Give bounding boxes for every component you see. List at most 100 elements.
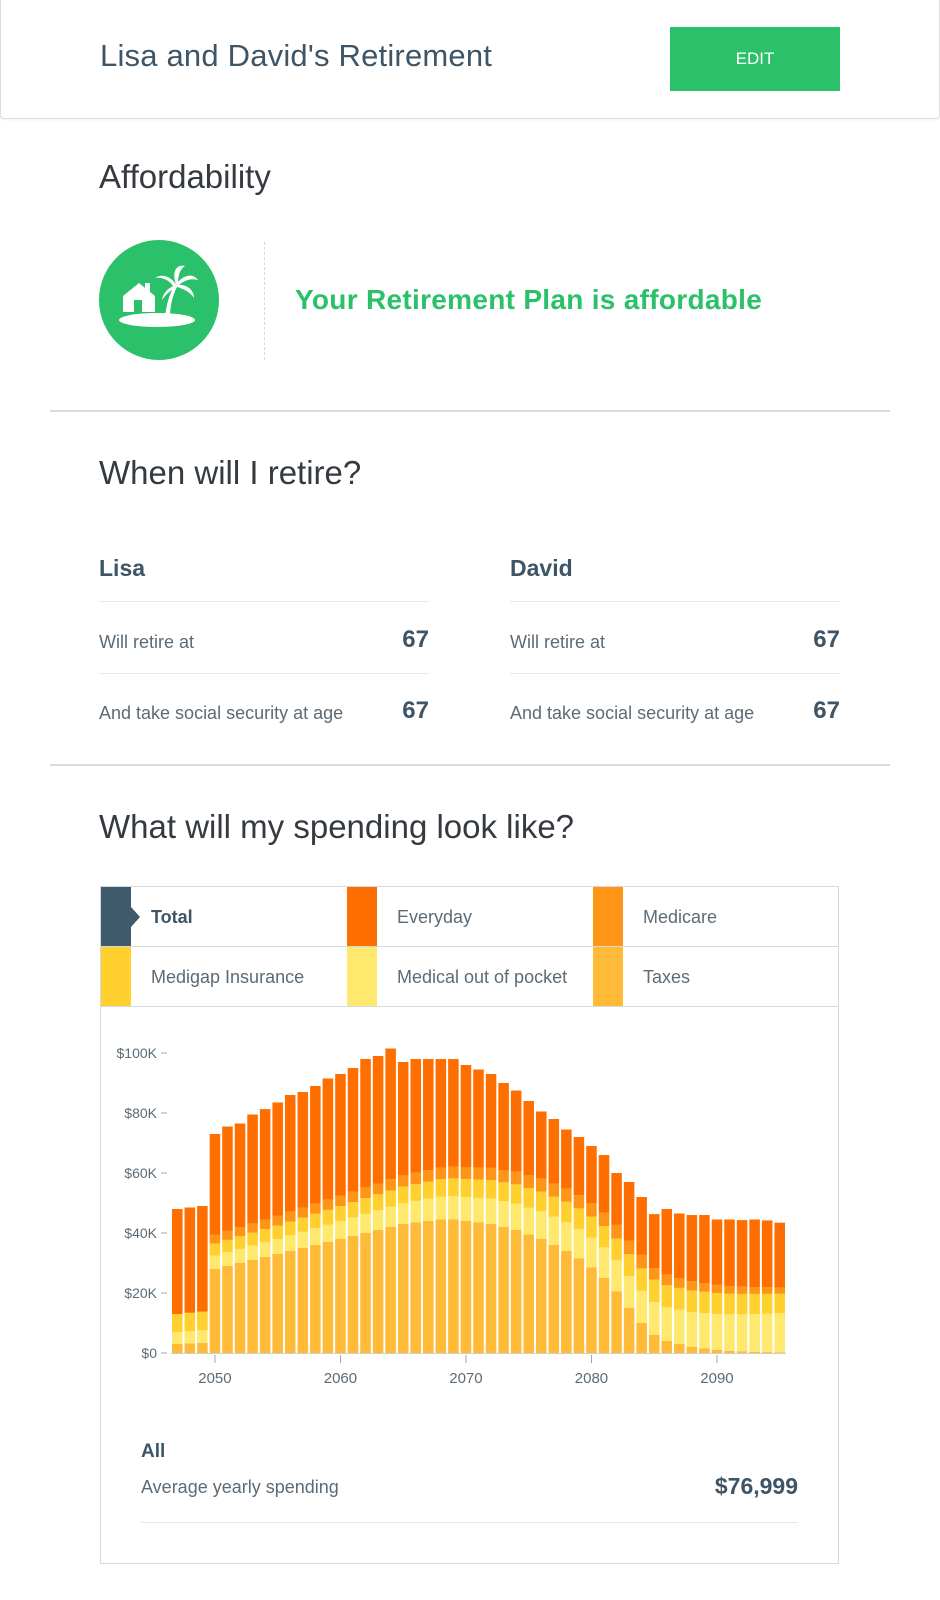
bar-segment-everyday xyxy=(322,1078,334,1200)
bar-segment-taxes xyxy=(335,1239,346,1353)
page-title: Lisa and David's Retirement xyxy=(100,38,493,73)
bar-segment-taxes xyxy=(548,1245,560,1353)
bar-segment-taxes xyxy=(234,1263,246,1353)
bar-segment-medicare xyxy=(661,1274,673,1286)
bar-segment-taxes xyxy=(197,1342,208,1353)
bar-segment-medicare xyxy=(347,1191,359,1203)
bar-segment-medigap-insurance xyxy=(460,1179,472,1197)
bar-segment-medigap-insurance xyxy=(611,1238,622,1261)
bar-segment-medical-out-of-pocket xyxy=(297,1231,309,1248)
bar-segment-medicare xyxy=(598,1212,610,1227)
bar-segment-medigap-insurance xyxy=(423,1181,434,1199)
bar-segment-medigap-insurance xyxy=(561,1201,572,1223)
affordability-heading: Affordability xyxy=(99,158,271,195)
y-tick-label: $60K xyxy=(124,1165,157,1181)
bar-segment-everyday xyxy=(749,1219,760,1287)
bar-segment-medical-out-of-pocket xyxy=(335,1221,346,1239)
bar-segment-medigap-insurance xyxy=(209,1243,221,1256)
person-card-david: David Will retire at 67 And take social … xyxy=(510,555,840,725)
bar-segment-medigap-insurance xyxy=(259,1229,271,1243)
bar-segment-everyday xyxy=(272,1102,283,1216)
bar-segment-taxes xyxy=(184,1343,196,1353)
person-card-lisa: Lisa Will retire at 67 And take social s… xyxy=(99,555,429,725)
bar-segment-medigap-insurance xyxy=(749,1293,760,1314)
bar-segment-taxes xyxy=(473,1222,484,1353)
y-tick-label: $0 xyxy=(141,1345,157,1361)
bar-segment-medicare xyxy=(774,1287,785,1294)
bar-segment-medigap-insurance xyxy=(272,1225,283,1239)
bar-segment-everyday xyxy=(347,1068,359,1192)
bar-segment-medicare xyxy=(674,1278,685,1288)
bar-segment-medical-out-of-pocket xyxy=(623,1276,635,1308)
bar-segment-medical-out-of-pocket xyxy=(674,1309,685,1344)
bar-segment-medigap-insurance xyxy=(222,1239,233,1253)
edit-button[interactable]: EDIT xyxy=(670,27,840,91)
bar-segment-medicare xyxy=(636,1254,647,1269)
bar-segment-medicare xyxy=(699,1283,710,1292)
x-tick-label: 2090 xyxy=(700,1370,733,1387)
bar-segment-medical-out-of-pocket xyxy=(761,1313,773,1353)
bar-segment-medigap-insurance xyxy=(686,1290,698,1313)
bar-segment-medigap-insurance xyxy=(736,1293,748,1315)
bar-segment-everyday xyxy=(686,1215,698,1282)
bar-segment-medicare xyxy=(623,1240,635,1255)
bar-segment-medigap-insurance xyxy=(410,1184,422,1201)
bar-segment-taxes xyxy=(761,1352,773,1353)
y-tick-label: $20K xyxy=(124,1285,157,1301)
bar-segment-medicare xyxy=(498,1170,509,1183)
bar-segment-taxes xyxy=(573,1258,585,1353)
summary-title: All xyxy=(141,1441,166,1462)
bar-segment-medicare xyxy=(548,1183,560,1197)
spending-heading: What will my spending look like? xyxy=(99,808,575,845)
bar-segment-medicare xyxy=(448,1166,459,1179)
page-header: Lisa and David's Retirement EDIT xyxy=(0,0,940,119)
bar-segment-everyday xyxy=(172,1209,183,1314)
bar-segment-medical-out-of-pocket xyxy=(372,1210,384,1230)
bar-segment-taxes xyxy=(397,1224,409,1353)
bar-segment-taxes xyxy=(297,1248,309,1353)
bar-segment-everyday xyxy=(548,1119,560,1184)
bar-segment-medigap-insurance xyxy=(674,1287,685,1310)
bar-segment-everyday xyxy=(535,1111,547,1179)
bar-segment-taxes xyxy=(410,1222,422,1353)
bar-segment-taxes xyxy=(611,1291,622,1353)
bar-segment-medicare xyxy=(586,1203,597,1217)
bar-segment-taxes xyxy=(247,1260,258,1353)
affordability-status-icon xyxy=(99,240,219,360)
bar-segment-medicare xyxy=(209,1234,221,1244)
bar-segment-taxes xyxy=(749,1351,760,1353)
bar-segment-medigap-insurance xyxy=(761,1293,773,1314)
bar-segment-medicare xyxy=(372,1183,384,1195)
bar-segment-everyday xyxy=(234,1123,246,1227)
bar-segment-taxes xyxy=(661,1341,673,1353)
bar-segment-everyday xyxy=(435,1059,447,1168)
bar-segment-medical-out-of-pocket xyxy=(510,1203,522,1230)
bar-segment-medicare xyxy=(322,1199,334,1210)
bar-segment-medical-out-of-pocket xyxy=(410,1200,422,1223)
bar-segment-taxes xyxy=(510,1230,522,1353)
bar-segment-medigap-insurance xyxy=(498,1182,509,1202)
bar-segment-medigap-insurance xyxy=(360,1198,371,1214)
retire-heading: When will I retire? xyxy=(99,454,362,491)
bar-segment-everyday xyxy=(586,1146,597,1203)
bar-segment-medical-out-of-pocket xyxy=(259,1242,271,1257)
bar-segment-medical-out-of-pocket xyxy=(347,1217,359,1236)
bar-segment-everyday xyxy=(184,1207,196,1313)
bar-segment-medigap-insurance xyxy=(473,1179,484,1198)
bar-segment-medical-out-of-pocket xyxy=(711,1314,723,1350)
bar-segment-medicare xyxy=(711,1284,723,1293)
bar-segment-taxes xyxy=(648,1335,660,1353)
bar-segment-medicare xyxy=(435,1167,447,1180)
row-divider xyxy=(510,673,840,674)
bar-segment-taxes xyxy=(598,1278,610,1353)
bar-segment-medigap-insurance xyxy=(347,1202,359,1218)
bar-segment-everyday xyxy=(335,1074,346,1196)
bar-segment-medical-out-of-pocket xyxy=(573,1229,585,1259)
bar-segment-medigap-insurance xyxy=(636,1268,647,1291)
bar-segment-taxes xyxy=(372,1230,384,1353)
bar-segment-medigap-insurance xyxy=(247,1232,258,1246)
bar-segment-medigap-insurance xyxy=(448,1178,459,1197)
bar-segment-taxes xyxy=(259,1257,271,1353)
bar-segment-everyday xyxy=(623,1182,635,1241)
bar-segment-everyday xyxy=(473,1069,484,1168)
